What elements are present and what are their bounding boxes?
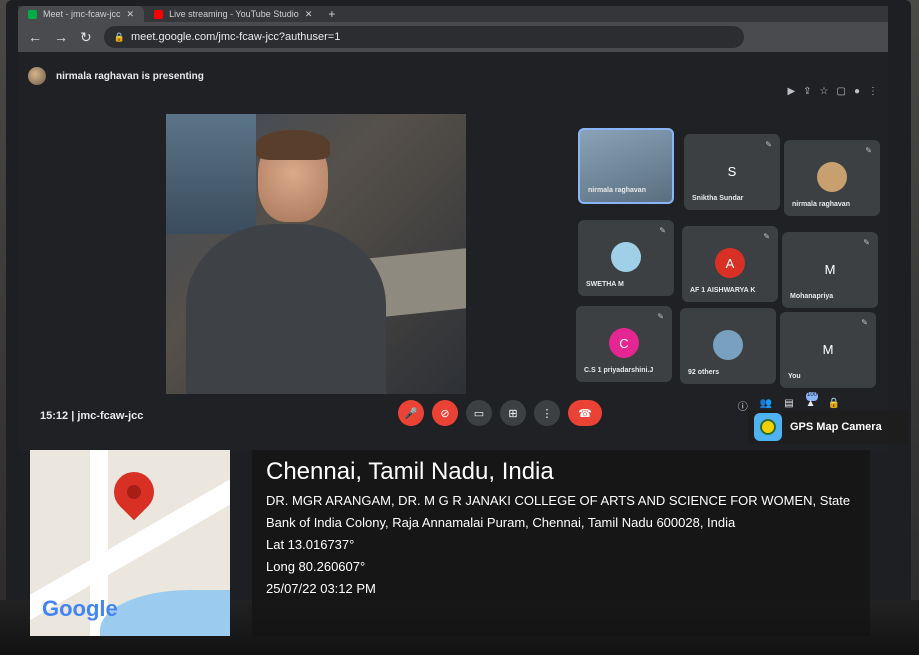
participant-initial: C <box>609 328 639 358</box>
google-logo: Google <box>42 596 118 621</box>
participant-name: You <box>788 373 801 380</box>
map-water <box>100 590 230 636</box>
meeting-controls: 🎤 ⊘ ▭ ⊞ ⋮ ☎ <box>398 400 602 426</box>
end-call-button[interactable]: ☎ <box>568 400 602 426</box>
participant-tile[interactable]: ✎ M Mohanapriya <box>782 232 878 308</box>
person-hair <box>256 130 330 160</box>
mic-off-icon: ✎ <box>861 318 868 327</box>
new-tab-icon[interactable]: + <box>328 7 335 21</box>
mic-off-icon: ✎ <box>765 140 772 149</box>
gps-camera-logo-icon <box>754 413 782 441</box>
gps-app-name: GPS Map Camera <box>790 421 882 433</box>
reload-icon[interactable]: ↻ <box>80 29 92 46</box>
participant-tile[interactable]: ✎ S Sniktha Sundar <box>684 134 780 210</box>
star-icon[interactable]: ☆ <box>820 86 829 97</box>
present-button[interactable]: ⊞ <box>500 400 526 426</box>
mic-off-icon: ✎ <box>865 146 872 155</box>
forward-icon[interactable]: → <box>54 29 68 45</box>
tab-bar: Meet - jmc-fcaw-jcc ✕ Live streaming - Y… <box>18 6 888 22</box>
back-icon[interactable]: ← <box>28 29 42 45</box>
mic-off-icon: ✎ <box>657 312 664 321</box>
participant-photo <box>817 162 847 192</box>
participant-name: 92 others <box>688 369 720 376</box>
participant-name: nirmala raghavan <box>792 201 850 208</box>
info-icon[interactable]: ⓘ <box>738 398 748 413</box>
captions-button[interactable]: ▭ <box>466 400 492 426</box>
meet-favicon-icon <box>28 9 37 19</box>
presenting-banner: nirmala raghavan is presenting <box>28 62 204 90</box>
timestamp: 25/07/22 03:12 PM <box>266 581 376 596</box>
person-body <box>186 224 386 394</box>
map-pin-icon <box>105 463 163 521</box>
profile-icon[interactable]: ● <box>854 86 860 97</box>
participant-initial: M <box>815 254 845 284</box>
more-options-button[interactable]: ⋮ <box>534 400 560 426</box>
participant-name: Mohanapriya <box>790 293 834 300</box>
gps-app-tag: GPS Map Camera <box>748 410 908 444</box>
participant-photo <box>611 242 641 272</box>
participant-tile[interactable]: ✎ SWETHA M <box>578 220 674 296</box>
participant-name: Sniktha Sundar <box>692 195 744 202</box>
photo-frame: Meet - jmc-fcaw-jcc ✕ Live streaming - Y… <box>0 0 919 655</box>
presenting-label: nirmala raghavan is presenting <box>56 70 204 82</box>
tab-meet[interactable]: Meet - jmc-fcaw-jcc ✕ <box>18 6 145 22</box>
tab-label: Meet - jmc-fcaw-jcc <box>43 9 121 19</box>
url-text: meet.google.com/jmc-fcaw-jcc?authuser=1 <box>130 31 341 43</box>
location-address: DR. MGR ARANGAM, DR. M G R JANAKI COLLEG… <box>266 493 851 530</box>
close-icon[interactable]: ✕ <box>127 9 135 20</box>
participant-name: SWETHA M <box>586 281 624 288</box>
tab-label: Live streaming - YouTube Studio <box>169 9 299 19</box>
participants-stack-icon <box>713 330 743 360</box>
participant-name: C.S 1 priyadarshini.J <box>584 367 654 374</box>
tab-youtube[interactable]: Live streaming - YouTube Studio ✕ <box>144 6 322 22</box>
participant-tile[interactable]: 92 others <box>680 308 776 384</box>
main-video <box>166 114 466 394</box>
location-city: Chennai, Tamil Nadu, India <box>266 458 554 485</box>
participant-initial: A <box>715 248 745 278</box>
participant-initial: S <box>717 156 747 186</box>
participant-initial: M <box>813 334 843 364</box>
avatar <box>28 67 46 85</box>
participant-tile[interactable]: ✎ A AF 1 AISHWARYA K <box>682 226 778 302</box>
location-map: Google <box>30 450 230 636</box>
window-icon[interactable]: ▢ <box>837 86 846 97</box>
cast-icon[interactable]: ▶ <box>787 86 795 97</box>
location-info: Chennai, Tamil Nadu, India DR. MGR ARANG… <box>252 450 870 636</box>
latitude: Lat 13.016737° <box>266 537 355 552</box>
participant-tile[interactable]: nirmala raghavan <box>578 128 674 204</box>
participant-name: nirmala raghavan <box>588 187 646 194</box>
close-icon[interactable]: ✕ <box>305 9 313 20</box>
participant-tile[interactable]: ✎ C C.S 1 priyadarshini.J <box>576 306 672 382</box>
participant-tile[interactable]: ✎ nirmala raghavan <box>784 140 880 216</box>
meeting-time: 15:12 <box>40 410 69 422</box>
participant-tile[interactable]: ✎ M You <box>780 312 876 388</box>
camera-button[interactable]: ⊘ <box>432 400 458 426</box>
mic-off-icon: ✎ <box>763 232 770 241</box>
menu-icon[interactable]: ⋮ <box>868 86 878 97</box>
longitude: Long 80.260607° <box>266 559 366 574</box>
meeting-info: 15:12 | jmc-fcaw-jcc <box>40 410 143 422</box>
youtube-favicon-icon <box>154 9 164 19</box>
participant-name: AF 1 AISHWARYA K <box>690 287 756 294</box>
share-icon[interactable]: ⇪ <box>803 86 811 97</box>
background-window <box>166 114 256 234</box>
address-bar[interactable]: 🔒 meet.google.com/jmc-fcaw-jcc?authuser=… <box>103 26 744 48</box>
extension-icons: ▶ ⇪ ☆ ▢ ● ⋮ <box>787 86 878 97</box>
navigation-bar: ← → ↻ 🔒 meet.google.com/jmc-fcaw-jcc?aut… <box>18 22 888 52</box>
lock-icon: 🔒 <box>113 31 125 42</box>
mic-off-icon: ✎ <box>863 238 870 247</box>
meeting-code: jmc-fcaw-jcc <box>77 410 144 422</box>
mic-off-icon: ✎ <box>659 226 666 235</box>
mic-button[interactable]: 🎤 <box>398 400 424 426</box>
separator: | <box>71 410 75 422</box>
laptop-screen: Meet - jmc-fcaw-jcc ✕ Live streaming - Y… <box>18 6 888 451</box>
